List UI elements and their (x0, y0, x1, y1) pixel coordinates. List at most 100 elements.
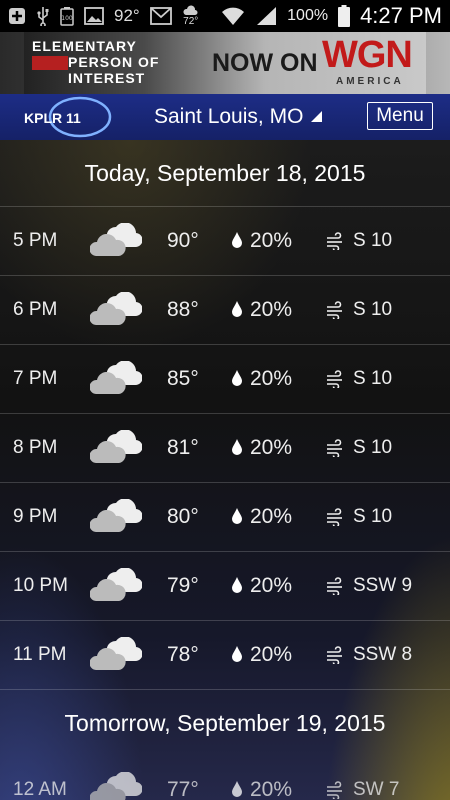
forecast-row: 6 PM 88° 20% S 10 (0, 276, 450, 345)
tomorrow-rows: 12 AM 77° 20% SW 7 (0, 756, 450, 800)
forecast-precip: 20% (250, 298, 293, 321)
status-bar-left: 100 92° 72° (8, 5, 200, 27)
ad-brand-logo: WGN (322, 34, 413, 76)
forecast-time: 6 PM (13, 299, 58, 320)
weather-temp: 72° (183, 16, 199, 27)
forecast-wind: S 10 (353, 230, 393, 251)
partly-cloudy-icon (89, 498, 143, 535)
wind-icon (325, 301, 345, 321)
forecast-wind: SW 7 (353, 779, 400, 800)
battery-icon (338, 5, 351, 27)
logo-text: KPLR 11 (24, 110, 81, 126)
forecast-wind: SSW 9 (353, 575, 413, 596)
partly-cloudy-icon (89, 429, 143, 466)
partly-cloudy-icon (89, 360, 143, 397)
raindrop-icon (231, 507, 243, 525)
ad-show-title-2: PERSON OF (68, 54, 160, 70)
ad-show-title-1: ELEMENTARY (32, 38, 137, 54)
forecast-time: 11 PM (13, 644, 67, 665)
forecast-row: 8 PM 81° 20% S 10 (0, 414, 450, 483)
ad-cta: NOW ON (212, 49, 318, 77)
station-logo[interactable]: KPLR 11 (20, 96, 112, 138)
ad-banner[interactable]: ELEMENTARY PERSON OF INTEREST NOW ON WGN… (0, 32, 450, 94)
forecast-precip: 20% (250, 574, 293, 597)
status-time: 4:27 PM (360, 3, 442, 28)
forecast-temp: 90° (167, 229, 199, 252)
wind-icon (325, 577, 345, 597)
wind-icon (325, 646, 345, 666)
partly-cloudy-icon (89, 636, 143, 673)
forecast-time: 7 PM (13, 368, 58, 389)
forecast-temp: 85° (167, 367, 199, 390)
forecast-temp: 80° (167, 505, 199, 528)
ad-brand-sub: AMERICA (336, 76, 404, 87)
signal-icon (255, 6, 277, 26)
forecast-precip: 20% (250, 229, 293, 252)
forecast-wind: S 10 (353, 506, 393, 527)
dropdown-triangle-icon (309, 105, 323, 129)
wifi-icon (221, 6, 245, 26)
status-temperature: 92° (114, 6, 140, 25)
partly-cloudy-icon (89, 222, 143, 259)
raindrop-icon (231, 780, 243, 798)
ad-creative[interactable]: ELEMENTARY PERSON OF INTEREST NOW ON WGN… (24, 32, 426, 94)
wind-icon (325, 370, 345, 390)
partly-cloudy-icon (89, 567, 143, 604)
status-bar: 100 92° 72° 100% 4:27 PM (0, 0, 450, 32)
ad-stripe (32, 56, 68, 70)
partly-cloudy-icon (89, 291, 143, 328)
forecast-time: 12 AM (13, 779, 67, 800)
forecast-temp: 79° (167, 574, 199, 597)
svg-text:100: 100 (61, 15, 73, 22)
forecast-precip: 20% (250, 643, 293, 666)
wind-icon (325, 508, 345, 528)
forecast-precip: 20% (250, 505, 293, 528)
location-selector[interactable]: Saint Louis, MO (154, 105, 323, 129)
raindrop-icon (231, 645, 243, 663)
wind-icon (325, 781, 345, 800)
raindrop-icon (231, 438, 243, 456)
forecast-time: 10 PM (13, 575, 68, 596)
forecast-wind: SSW 8 (353, 644, 413, 665)
battery-saver-icon: 100 (60, 6, 74, 26)
forecast-wind: S 10 (353, 299, 393, 320)
forecast-wind: S 10 (353, 437, 393, 458)
forecast-row: 12 AM 77° 20% SW 7 (0, 756, 450, 800)
battery-percent: 100% (287, 7, 329, 24)
app-header: KPLR 11 Saint Louis, MO Menu (0, 94, 450, 140)
wind-icon (325, 439, 345, 459)
forecast-row: 7 PM 85° 20% S 10 (0, 345, 450, 414)
raindrop-icon (231, 369, 243, 387)
partly-cloudy-icon (89, 771, 143, 800)
forecast-temp: 78° (167, 643, 199, 666)
weather-icon: 72° (182, 5, 200, 27)
forecast-wind: S 10 (353, 368, 393, 389)
forecast-precip: 20% (250, 436, 293, 459)
hourly-forecast[interactable]: Today, September 18, 2015 5 PM 90° 20% S… (0, 140, 450, 800)
forecast-row: 9 PM 80° 20% S 10 (0, 483, 450, 552)
forecast-time: 5 PM (13, 230, 58, 251)
status-bar-right: 100% 4:27 PM (221, 3, 442, 29)
forecast-row: 11 PM 78° 20% SSW 8 (0, 621, 450, 690)
date-header-tomorrow: Tomorrow, September 19, 2015 (64, 709, 386, 736)
image-icon (84, 7, 104, 25)
forecast-temp: 88° (167, 298, 199, 321)
date-header-today: Today, September 18, 2015 (0, 140, 450, 207)
raindrop-icon (231, 300, 243, 318)
forecast-precip: 20% (250, 367, 293, 390)
location-label: Saint Louis, MO (154, 105, 304, 128)
forecast-precip: 20% (250, 778, 293, 800)
forecast-temp: 77° (167, 778, 199, 800)
ad-show-title-3: INTEREST (68, 70, 146, 86)
menu-button[interactable]: Menu (367, 102, 433, 130)
forecast-row: 10 PM 79° 20% SSW 9 (0, 552, 450, 621)
forecast-temp: 81° (167, 436, 199, 459)
wind-icon (325, 232, 345, 252)
raindrop-icon (231, 231, 243, 249)
forecast-time: 9 PM (13, 506, 58, 527)
mail-icon (149, 7, 172, 25)
forecast-row: 5 PM 90° 20% S 10 (0, 207, 450, 276)
today-rows: 5 PM 90° 20% S 10 6 PM 88° 20% S 10 7 PM… (0, 207, 450, 690)
plus-icon (8, 7, 26, 25)
usb-icon (36, 6, 50, 26)
